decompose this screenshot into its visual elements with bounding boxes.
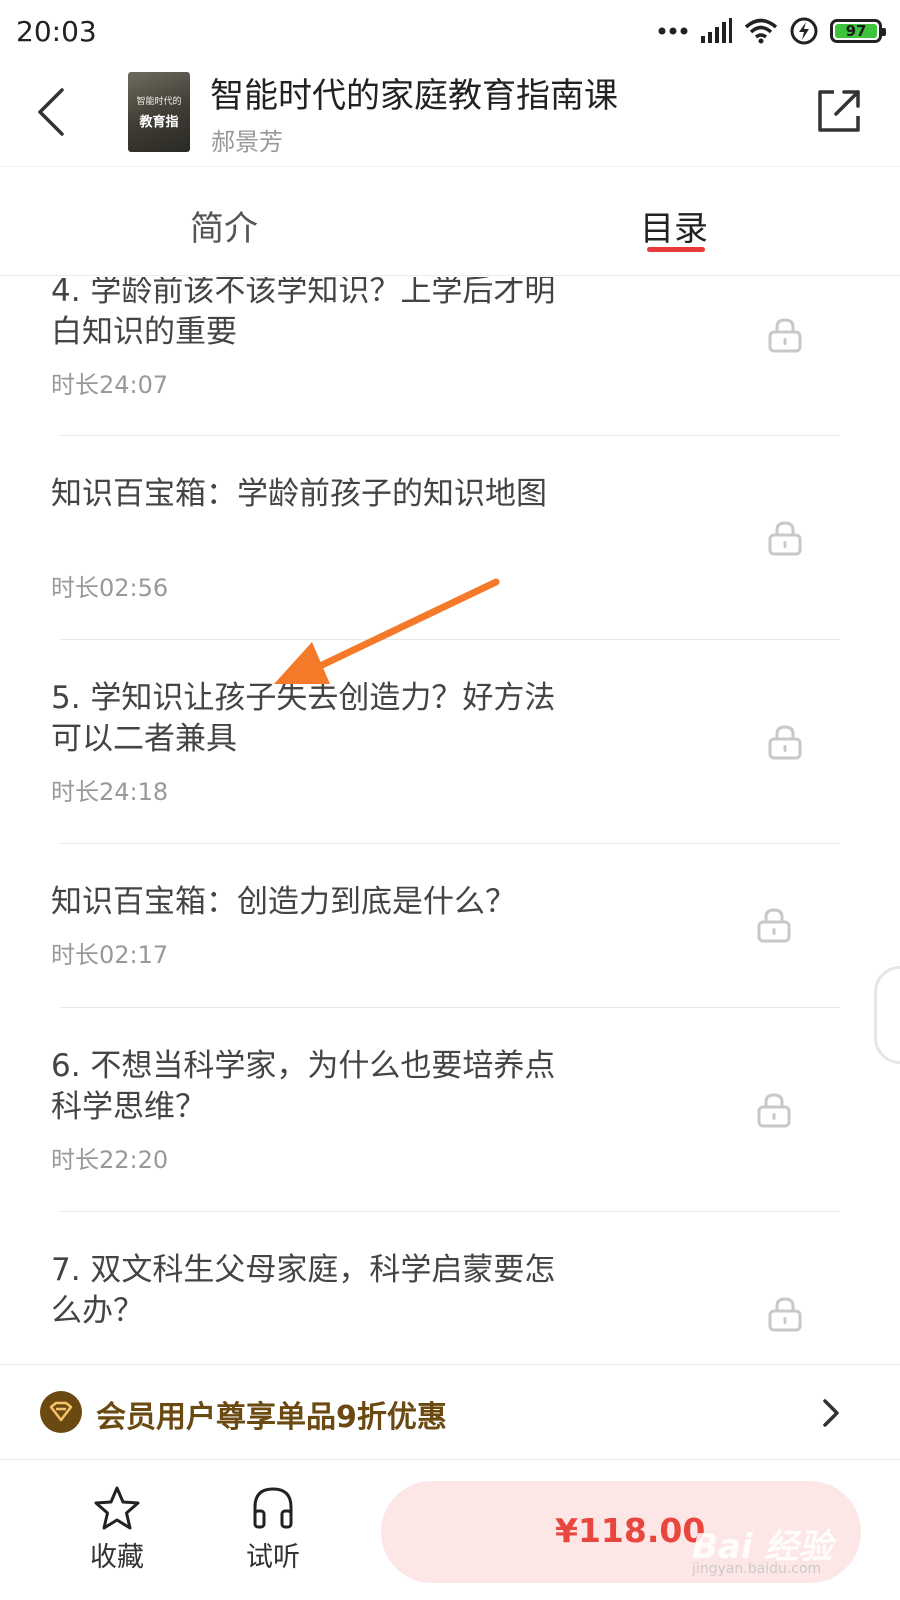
lesson-title: 4. 学龄前该不该学知识？上学后才明白知识的重要: [51, 277, 556, 350]
lesson-title: 6. 不想当科学家，为什么也要培养点科学思维？: [51, 1048, 556, 1125]
course-title: 智能时代的家庭教育指南课: [210, 76, 618, 116]
list-item[interactable]: 知识百宝箱：创造力到底是什么？ 时长02:17: [0, 844, 900, 1008]
lesson-duration: 时长24:07: [51, 371, 169, 399]
lock-icon: [768, 725, 802, 760]
scroll-handle[interactable]: [874, 966, 900, 1064]
lesson-title: 知识百宝箱：创造力到底是什么？: [51, 884, 516, 920]
vip-discount-banner[interactable]: 会员用户尊享单品9折优惠: [0, 1364, 900, 1460]
course-header: 智能时代的 教育指 智能时代的家庭教育指南课 郝景芳: [0, 62, 900, 166]
cover-text-bottom: 教育指: [139, 115, 179, 130]
wifi-icon: [744, 18, 778, 44]
lesson-title: 7. 双文科生父母家庭，科学启蒙要怎么办？: [51, 1252, 556, 1329]
cover-text-top: 智能时代的: [136, 97, 182, 107]
course-author: 郝景芳: [211, 128, 283, 156]
battery-level: 97: [845, 22, 867, 40]
lesson-title: 5. 学知识让孩子失去创造力？好方法可以二者兼具: [51, 680, 556, 757]
lock-icon: [768, 1297, 802, 1332]
trial-listen-button[interactable]: 试听: [228, 1485, 318, 1585]
favorite-label: 收藏: [90, 1542, 144, 1573]
lock-icon: [768, 521, 802, 556]
chevron-right-icon: [823, 1399, 839, 1427]
list-item[interactable]: 5. 学知识让孩子失去创造力？好方法可以二者兼具 时长24:18: [0, 640, 900, 844]
back-button[interactable]: [26, 82, 86, 142]
trial-listen-label: 试听: [246, 1542, 300, 1573]
course-cover-image: 智能时代的 教育指: [128, 72, 190, 152]
tab-bar: 简介 目录: [0, 166, 900, 276]
battery-indicator: 97: [830, 19, 886, 43]
catalog-list[interactable]: 4. 学龄前该不该学知识？上学后才明白知识的重要 时长24:07 知识百宝箱：学…: [0, 277, 900, 1363]
lesson-title: 知识百宝箱：学龄前孩子的知识地图: [51, 476, 547, 512]
lesson-duration: 时长02:17: [51, 941, 169, 969]
list-item[interactable]: 4. 学龄前该不该学知识？上学后才明白知识的重要 时长24:07: [0, 277, 900, 435]
signal-icon: [701, 18, 732, 43]
lock-icon: [757, 908, 791, 943]
favorite-button[interactable]: 收藏: [72, 1485, 162, 1585]
lock-icon: [757, 1093, 791, 1128]
star-icon: [94, 1486, 140, 1530]
more-dots-icon: [658, 27, 688, 35]
lock-icon: [768, 318, 802, 353]
watermark-url: jingyan.baidu.com: [692, 1561, 822, 1577]
tab-intro[interactable]: 简介: [190, 201, 258, 250]
headphones-icon: [253, 1487, 293, 1529]
status-bar: 20:03 97: [0, 0, 900, 62]
lesson-duration: 时长22:20: [51, 1146, 169, 1174]
list-item[interactable]: 7. 双文科生父母家庭，科学启蒙要怎么办？: [0, 1212, 900, 1363]
chevron-left-icon: [38, 88, 64, 136]
price-label: ¥118.00: [555, 1511, 706, 1550]
share-button[interactable]: [812, 84, 866, 138]
lesson-duration: 时长24:18: [51, 778, 169, 806]
share-icon: [818, 90, 860, 132]
vip-discount-text: 会员用户尊享单品9折优惠: [96, 1400, 447, 1435]
list-item[interactable]: 6. 不想当科学家，为什么也要培养点科学思维？ 时长22:20: [0, 1008, 900, 1212]
list-item[interactable]: 知识百宝箱：学龄前孩子的知识地图 时长02:56: [0, 436, 900, 640]
charging-icon: [790, 17, 818, 45]
lesson-duration: 时长02:56: [51, 574, 169, 602]
active-tab-indicator: [647, 247, 705, 252]
tab-catalog[interactable]: 目录: [640, 201, 708, 250]
vip-badge-icon: [40, 1391, 82, 1433]
status-icons: 97: [658, 17, 886, 45]
status-time: 20:03: [16, 14, 97, 48]
